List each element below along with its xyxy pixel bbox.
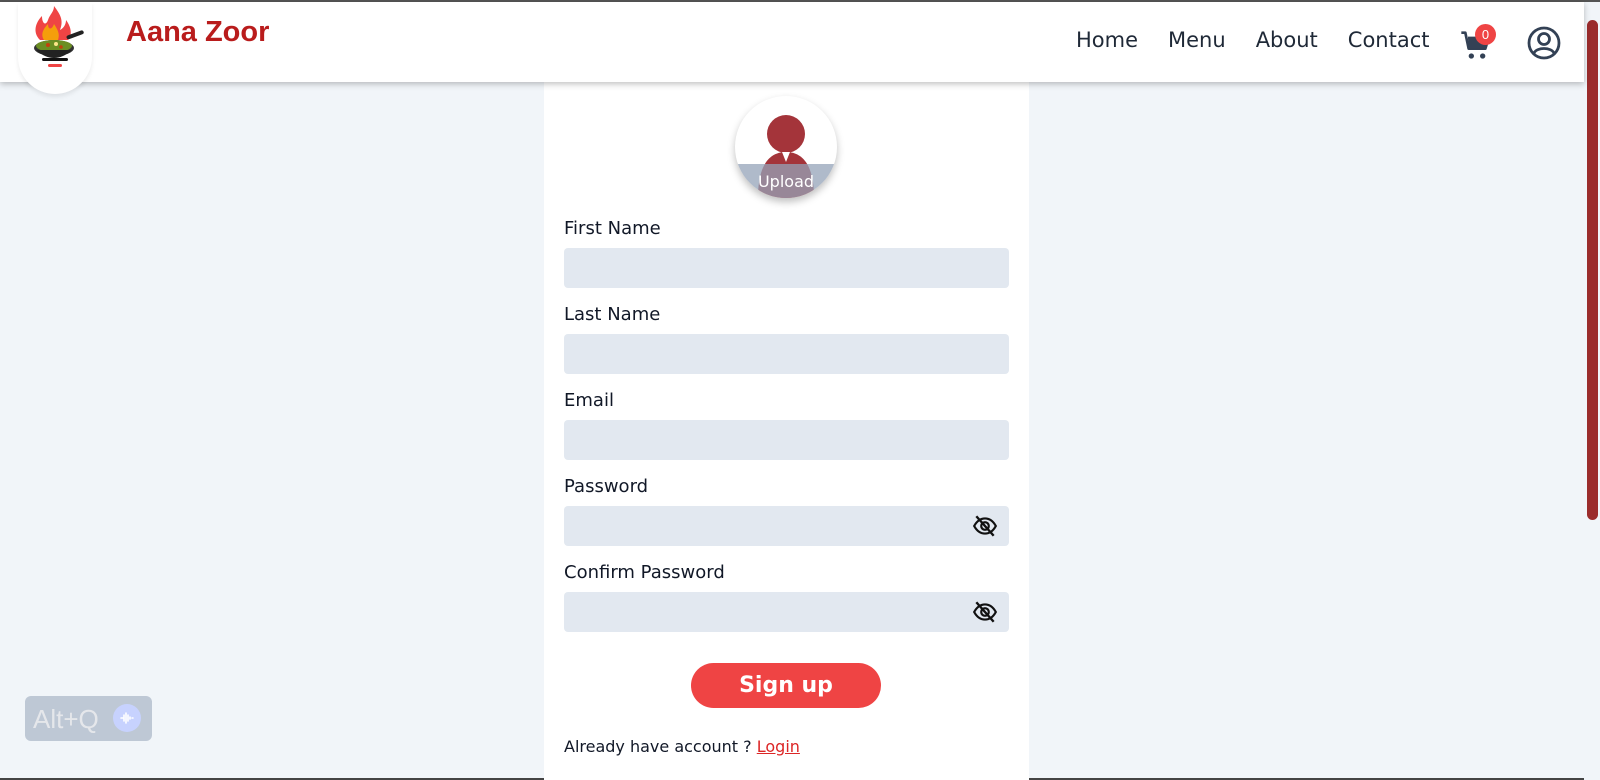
confirm-password-visibility-toggle[interactable] xyxy=(972,599,998,629)
login-prompt-text: Already have account ? xyxy=(564,737,757,756)
user-circle-icon xyxy=(1527,26,1561,60)
avatar-upload[interactable]: Upload xyxy=(735,96,837,198)
logo[interactable] xyxy=(18,2,92,94)
nav-contact[interactable]: Contact xyxy=(1348,28,1430,52)
last-name-input[interactable] xyxy=(564,334,1009,374)
password-input[interactable] xyxy=(564,506,1009,546)
site-header: Aana Zoor Home Menu About Contact 0 xyxy=(0,2,1584,94)
confirm-password-label: Confirm Password xyxy=(564,562,725,583)
scrollbar-thumb[interactable] xyxy=(1587,20,1598,520)
password-label: Password xyxy=(564,476,649,497)
brand-name[interactable]: Aana Zoor xyxy=(126,16,269,49)
voice-wave-icon xyxy=(113,704,141,732)
last-name-label: Last Name xyxy=(564,304,661,325)
first-name-input[interactable] xyxy=(564,248,1009,288)
confirm-password-input[interactable] xyxy=(564,592,1009,632)
email-label: Email xyxy=(564,390,614,411)
user-account-button[interactable] xyxy=(1527,26,1561,64)
password-visibility-toggle[interactable] xyxy=(972,513,998,543)
eye-off-icon xyxy=(972,515,998,537)
nav-about[interactable]: About xyxy=(1256,28,1318,52)
nav-home[interactable]: Home xyxy=(1076,28,1138,52)
nav-menu[interactable]: Menu xyxy=(1168,28,1226,52)
upload-label: Upload xyxy=(757,172,815,191)
main-nav: Home Menu About Contact xyxy=(1076,28,1459,52)
email-input[interactable] xyxy=(564,420,1009,460)
login-link[interactable]: Login xyxy=(757,737,800,756)
signup-button[interactable]: Sign up xyxy=(691,663,881,708)
alt-q-widget[interactable]: Alt+Q xyxy=(25,696,152,741)
alt-q-shortcut: Alt+Q xyxy=(33,704,99,734)
eye-off-icon xyxy=(972,601,998,623)
logo-icon xyxy=(34,6,84,67)
first-name-label: First Name xyxy=(564,218,661,239)
login-prompt: Already have account ? Login xyxy=(564,737,800,756)
cart-count-badge: 0 xyxy=(1475,24,1496,45)
